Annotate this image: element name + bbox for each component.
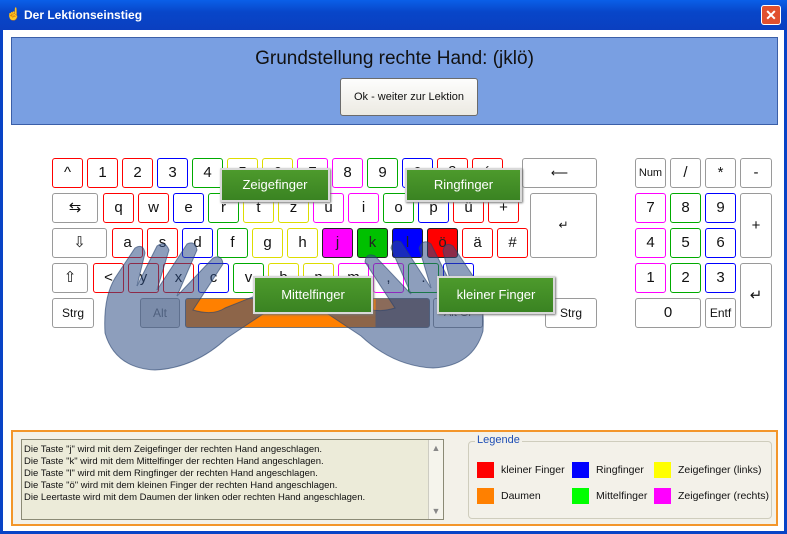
lesson-title: Grundstellung rechte Hand: (jklö) bbox=[255, 48, 534, 69]
numpad-multiply-key[interactable]: * bbox=[705, 158, 736, 188]
numpad-6-key[interactable]: 6 bbox=[705, 228, 736, 258]
backspace-key[interactable]: ⟵ bbox=[522, 158, 597, 188]
numpad-4-key[interactable]: 4 bbox=[635, 228, 666, 258]
numpad-8-key[interactable]: 8 bbox=[670, 193, 701, 223]
legend-label: kleiner Finger bbox=[501, 464, 565, 476]
numpad-5-key[interactable]: 5 bbox=[670, 228, 701, 258]
legend-group: Legende kleiner Finger Ringfinger Zeigefin… bbox=[468, 434, 772, 519]
info-text: Die Taste "j" wird mit dem Zeigefinger d… bbox=[24, 444, 365, 504]
numpad-enter-key[interactable]: ↵ bbox=[740, 263, 772, 328]
info-panel: Die Taste "j" wird mit dem Zeigefinger d… bbox=[11, 430, 778, 526]
shift-left-key[interactable]: ⇧ bbox=[52, 263, 88, 293]
key-0-row1[interactable]: ^ bbox=[52, 158, 83, 188]
numpad-3-key[interactable]: 3 bbox=[705, 263, 736, 293]
info-scrollbar[interactable]: ▲ ▼ bbox=[428, 440, 443, 519]
info-line: Die Taste "l" wird mit dem Ringfinger de… bbox=[24, 468, 318, 479]
numpad-divide-key[interactable]: / bbox=[670, 158, 701, 188]
numpad-7-key[interactable]: 7 bbox=[635, 193, 666, 223]
legend-swatch bbox=[654, 488, 671, 504]
key-3-row1[interactable]: 3 bbox=[157, 158, 188, 188]
ok-continue-button[interactable]: Ok - weiter zur Lektion bbox=[340, 78, 478, 116]
info-line: Die Taste "j" wird mit dem Zeigefinger d… bbox=[24, 444, 323, 455]
legend-label: Zeigefinger (links) bbox=[678, 464, 762, 476]
legend-label: Daumen bbox=[501, 490, 541, 502]
tooltip-mittelfinger: Mittelfinger bbox=[253, 276, 373, 314]
tooltip-ringfinger: Ringfinger bbox=[405, 168, 522, 202]
key-8-row1[interactable]: 8 bbox=[332, 158, 363, 188]
numpad-2-key[interactable]: 2 bbox=[670, 263, 701, 293]
numpad-1-key[interactable]: 1 bbox=[635, 263, 666, 293]
scroll-down-icon[interactable]: ▼ bbox=[431, 505, 441, 517]
legend-label: Mittelfinger bbox=[596, 490, 648, 502]
numpad-entf-key[interactable]: Entf bbox=[705, 298, 736, 328]
legend-swatch bbox=[572, 488, 589, 504]
info-text-box: Die Taste "j" wird mit dem Zeigefinger d… bbox=[21, 439, 444, 520]
numpad-0-key[interactable]: 0 bbox=[635, 298, 701, 328]
legend-label: Ringfinger bbox=[596, 464, 644, 476]
info-line: Die Taste "ö" wird mit dem kleinen Finge… bbox=[24, 480, 338, 491]
key-4-row1[interactable]: 4 bbox=[192, 158, 223, 188]
legend-label: Zeigefinger (rechts) bbox=[678, 490, 770, 502]
key-e[interactable]: e bbox=[173, 193, 204, 223]
key-#[interactable]: # bbox=[497, 228, 528, 258]
key-w[interactable]: w bbox=[138, 193, 169, 223]
legend-swatch bbox=[477, 488, 494, 504]
tooltip-kleiner-finger: kleiner Finger bbox=[437, 276, 555, 314]
info-line: Die Taste "k" wird mit dem Mittelfinger … bbox=[24, 456, 324, 467]
enter-key[interactable]: ↵ bbox=[530, 193, 597, 258]
header-panel: Grundstellung rechte Hand: (jklö) Ok - w… bbox=[11, 37, 778, 125]
numpad-minus-key[interactable]: - bbox=[740, 158, 772, 188]
window-title: Der Lektionseinstieg bbox=[24, 8, 143, 22]
key-2-row1[interactable]: 2 bbox=[122, 158, 153, 188]
info-line: Die Leertaste wird mit dem Daumen der li… bbox=[24, 492, 366, 503]
key-i[interactable]: i bbox=[348, 193, 379, 223]
num-lock-key[interactable]: Num bbox=[635, 158, 666, 188]
legend-swatch bbox=[572, 462, 589, 478]
close-button[interactable]: ✕ bbox=[761, 5, 781, 25]
numpad-9-key[interactable]: 9 bbox=[705, 193, 736, 223]
key-1-row1[interactable]: 1 bbox=[87, 158, 118, 188]
app-icon: ☝ bbox=[6, 7, 21, 21]
tab-key[interactable]: ⇆ bbox=[52, 193, 98, 223]
legend-swatch bbox=[477, 462, 494, 478]
window-title-bar: ☝ Der Lektionseinstieg ✕ bbox=[0, 0, 787, 30]
legend-title: Legende bbox=[475, 434, 522, 446]
key-9-row1[interactable]: 9 bbox=[367, 158, 398, 188]
tooltip-zeigefinger: Zeigefinger bbox=[220, 168, 330, 202]
legend-swatch bbox=[654, 462, 671, 478]
ctrl-left-key[interactable]: Strg bbox=[52, 298, 94, 328]
numpad-plus-key[interactable]: + bbox=[740, 193, 772, 258]
key-q[interactable]: q bbox=[103, 193, 134, 223]
scroll-up-icon[interactable]: ▲ bbox=[431, 442, 441, 454]
